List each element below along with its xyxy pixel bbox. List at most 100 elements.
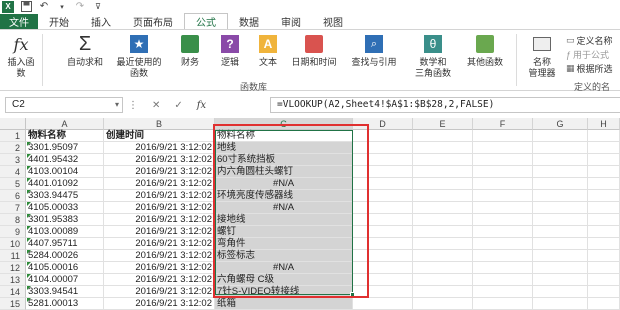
cell[interactable]: [473, 238, 533, 250]
tab-home[interactable]: 开始: [38, 14, 80, 29]
row-header[interactable]: 12: [0, 262, 26, 274]
customize-qat-icon[interactable]: ⊽: [92, 1, 104, 12]
cell-b[interactable]: 2016/9/21 3:12:02: [104, 178, 215, 190]
tab-insert[interactable]: 插入: [80, 14, 122, 29]
redo-icon[interactable]: ↷: [74, 1, 86, 12]
cell[interactable]: [588, 130, 620, 142]
row-header[interactable]: 13: [0, 274, 26, 286]
enter-icon[interactable]: ✓: [174, 100, 182, 111]
cell[interactable]: [533, 166, 588, 178]
cell-c[interactable]: 纸箱: [215, 298, 353, 310]
cell-b[interactable]: 2016/9/21 3:12:02: [104, 286, 215, 298]
cell-c1[interactable]: 物料名称: [215, 130, 353, 142]
cell[interactable]: [473, 166, 533, 178]
undo-icon[interactable]: ↶: [38, 1, 50, 12]
cell[interactable]: [533, 274, 588, 286]
cell[interactable]: [353, 154, 413, 166]
cell[interactable]: [353, 142, 413, 154]
cell-c[interactable]: 60寸系统挡板: [215, 154, 353, 166]
cell-b1[interactable]: 创建时间: [104, 130, 215, 142]
cell[interactable]: [353, 166, 413, 178]
cell[interactable]: [413, 178, 473, 190]
cell[interactable]: [533, 238, 588, 250]
cell-b[interactable]: 2016/9/21 3:12:02: [104, 298, 215, 310]
cell[interactable]: [533, 214, 588, 226]
cell[interactable]: [588, 202, 620, 214]
cell[interactable]: [413, 130, 473, 142]
cell[interactable]: [588, 166, 620, 178]
row-header[interactable]: 3: [0, 154, 26, 166]
cell[interactable]: [353, 250, 413, 262]
cell[interactable]: [353, 202, 413, 214]
cell[interactable]: [353, 238, 413, 250]
name-box[interactable]: C2 ▾: [5, 97, 123, 113]
cell-b[interactable]: 2016/9/21 3:12:02: [104, 250, 215, 262]
cell-b[interactable]: 2016/9/21 3:12:02: [104, 214, 215, 226]
fill-handle[interactable]: [350, 292, 355, 297]
cell[interactable]: [533, 250, 588, 262]
cell[interactable]: [413, 226, 473, 238]
cell[interactable]: [473, 286, 533, 298]
cell[interactable]: [473, 262, 533, 274]
cell[interactable]: [533, 142, 588, 154]
cell-c[interactable]: 7针S-VIDEO转接线: [215, 286, 353, 298]
column-header-h[interactable]: H: [588, 118, 620, 130]
logical-button[interactable]: ? 逻辑: [216, 33, 244, 68]
cell[interactable]: [588, 250, 620, 262]
create-from-selection-button[interactable]: ▦ 根据所选: [566, 62, 613, 75]
text-button[interactable]: A 文本: [254, 33, 282, 68]
tab-page-layout[interactable]: 页面布局: [122, 14, 184, 29]
save-icon[interactable]: [20, 1, 32, 12]
cell-c[interactable]: #N/A: [215, 178, 353, 190]
more-functions-button[interactable]: 其他函数: [464, 33, 506, 68]
tab-data[interactable]: 数据: [228, 14, 270, 29]
cell[interactable]: [588, 154, 620, 166]
cell[interactable]: [533, 226, 588, 238]
column-header-g[interactable]: G: [533, 118, 588, 130]
cell[interactable]: [588, 286, 620, 298]
cell[interactable]: [413, 262, 473, 274]
formula-input[interactable]: =VLOOKUP(A2,Sheet4!$A$1:$B$28,2,FALSE): [270, 97, 620, 113]
cell[interactable]: [413, 142, 473, 154]
cell[interactable]: [533, 154, 588, 166]
cell[interactable]: [473, 178, 533, 190]
row-header[interactable]: 7: [0, 202, 26, 214]
cell-a[interactable]: 5281.00013: [26, 298, 104, 310]
row-header[interactable]: 2: [0, 142, 26, 154]
cell-b[interactable]: 2016/9/21 3:12:02: [104, 142, 215, 154]
row-header[interactable]: 5: [0, 178, 26, 190]
cell[interactable]: [473, 190, 533, 202]
cell[interactable]: [473, 226, 533, 238]
column-header-b[interactable]: B: [104, 118, 215, 130]
cell-a[interactable]: 4103.00104: [26, 166, 104, 178]
column-header-d[interactable]: D: [353, 118, 413, 130]
autosum-button[interactable]: Σ 自动求和: [62, 33, 108, 68]
cell-c[interactable]: #N/A: [215, 202, 353, 214]
cell-a[interactable]: 5284.00026: [26, 250, 104, 262]
cell-b[interactable]: 2016/9/21 3:12:02: [104, 274, 215, 286]
cell[interactable]: [588, 238, 620, 250]
define-name-button[interactable]: ▭ 定义名称: [566, 34, 613, 47]
chevron-down-icon[interactable]: ▾: [115, 98, 119, 112]
row-header[interactable]: 8: [0, 214, 26, 226]
cell[interactable]: [533, 262, 588, 274]
cell[interactable]: [413, 190, 473, 202]
cell-a[interactable]: 4103.00089: [26, 226, 104, 238]
tab-formulas[interactable]: 公式: [184, 13, 228, 29]
tab-review[interactable]: 审阅: [270, 14, 312, 29]
fx-button[interactable]: fx: [197, 100, 206, 111]
cell[interactable]: [533, 298, 588, 310]
cell-c[interactable]: 螺钉: [215, 226, 353, 238]
cell-a[interactable]: 3303.94541: [26, 286, 104, 298]
undo-dropdown-icon[interactable]: ▾: [56, 1, 68, 12]
cell[interactable]: [413, 286, 473, 298]
cell-c[interactable]: 环境亮度传感器线: [215, 190, 353, 202]
cell-b[interactable]: 2016/9/21 3:12:02: [104, 262, 215, 274]
cell[interactable]: [353, 226, 413, 238]
math-trig-button[interactable]: θ 数学和 三角函数: [410, 33, 456, 79]
cell[interactable]: [588, 142, 620, 154]
cell-c[interactable]: 弯角件: [215, 238, 353, 250]
select-all-corner[interactable]: [0, 118, 26, 130]
cell[interactable]: [413, 274, 473, 286]
column-header-e[interactable]: E: [413, 118, 473, 130]
